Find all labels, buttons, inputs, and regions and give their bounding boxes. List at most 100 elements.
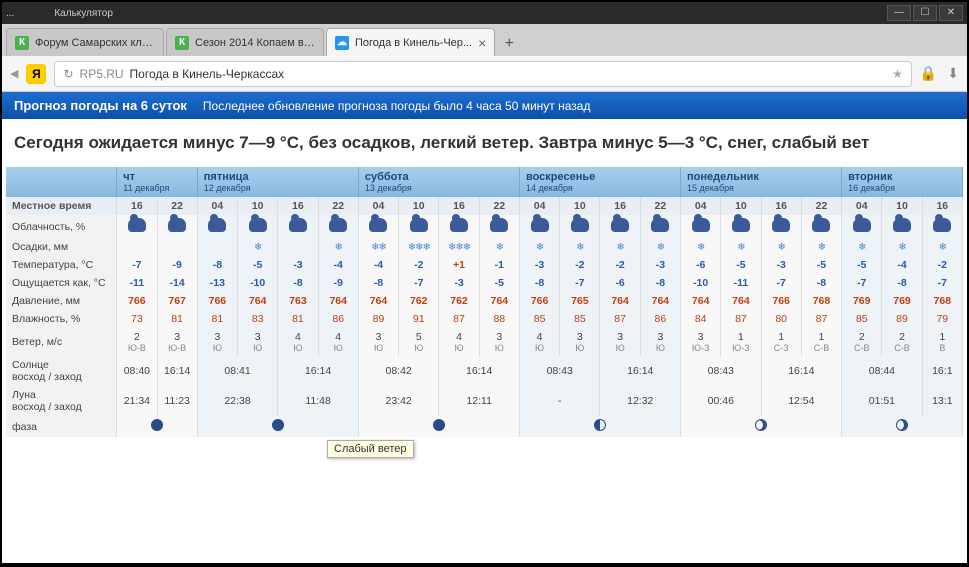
page-content: Прогноз погоды на 6 суток Последнее обно… bbox=[2, 92, 967, 563]
cell bbox=[640, 215, 680, 238]
cell: 16 bbox=[278, 197, 318, 215]
cell: 13:1 bbox=[922, 386, 962, 416]
cell: 89 bbox=[882, 310, 922, 328]
cell: 16 bbox=[600, 197, 640, 215]
cloud-icon bbox=[812, 218, 830, 232]
cell bbox=[358, 215, 398, 238]
reload-icon[interactable]: ↻ bbox=[63, 67, 73, 81]
cell bbox=[439, 215, 479, 238]
cell bbox=[399, 215, 439, 238]
tab-forum[interactable]: К Форум Самарских кла... bbox=[6, 28, 164, 56]
title-text: ... bbox=[6, 8, 14, 19]
cell: 04 bbox=[681, 197, 721, 215]
maximize-button[interactable]: ☐ bbox=[913, 5, 937, 21]
cell bbox=[278, 215, 318, 238]
favicon-icon: ☁ bbox=[335, 36, 349, 50]
day-header: суббота13 декабря bbox=[358, 167, 519, 197]
minimize-button[interactable]: — bbox=[887, 5, 911, 21]
row-label: Осадки, мм bbox=[6, 238, 117, 256]
forecast-summary: Сегодня ожидается минус 7—9 °С, без осад… bbox=[2, 119, 967, 167]
cell: 769 bbox=[842, 292, 882, 310]
cell: 16:1 bbox=[922, 356, 962, 386]
close-button[interactable]: ✕ bbox=[939, 5, 963, 21]
cell bbox=[117, 238, 157, 256]
cell: 22 bbox=[157, 197, 197, 215]
back-button[interactable]: ◀ bbox=[10, 67, 18, 80]
cell: 763 bbox=[278, 292, 318, 310]
cell: -7 bbox=[117, 256, 157, 274]
cell: 1В bbox=[922, 328, 962, 356]
cell: -2 bbox=[922, 256, 962, 274]
cell: -8 bbox=[197, 256, 237, 274]
new-tab-button[interactable]: + bbox=[497, 32, 521, 56]
cloud-icon bbox=[490, 218, 508, 232]
cell: 3Ю bbox=[238, 328, 278, 356]
cell bbox=[157, 215, 197, 238]
cell: 3Ю bbox=[640, 328, 680, 356]
cell bbox=[479, 215, 519, 238]
cell: -5 bbox=[479, 274, 519, 292]
cell: -7 bbox=[560, 274, 600, 292]
day-header: чт11 декабря bbox=[117, 167, 198, 197]
tab-season[interactable]: К Сезон 2014 Копаем вм... bbox=[166, 28, 324, 56]
cell: 10 bbox=[721, 197, 761, 215]
row-label: Местное время bbox=[6, 197, 117, 215]
cell: 764 bbox=[600, 292, 640, 310]
cell: -3 bbox=[640, 256, 680, 274]
cell: 10 bbox=[882, 197, 922, 215]
cell: 764 bbox=[721, 292, 761, 310]
cell: ❄ bbox=[479, 238, 519, 256]
cell: 11:23 bbox=[157, 386, 197, 416]
cell bbox=[801, 215, 841, 238]
shield-icon[interactable]: 🔒 bbox=[920, 65, 937, 82]
moon-phase-icon bbox=[151, 419, 163, 431]
row-label: Луна восход / заход bbox=[6, 386, 117, 416]
title-text-2: Калькулятор bbox=[54, 8, 113, 19]
cell: 88 bbox=[479, 310, 519, 328]
tab-weather[interactable]: ☁ Погода в Кинель-Чер... × bbox=[326, 28, 495, 56]
moon-phase-cell bbox=[842, 416, 963, 437]
yandex-button[interactable]: Я bbox=[26, 64, 46, 84]
cell: 1С-В bbox=[801, 328, 841, 356]
cell: -5 bbox=[801, 256, 841, 274]
cell: 764 bbox=[238, 292, 278, 310]
cell: 766 bbox=[117, 292, 157, 310]
cell: 04 bbox=[842, 197, 882, 215]
cell: 10 bbox=[560, 197, 600, 215]
cell: 767 bbox=[157, 292, 197, 310]
cell: 764 bbox=[358, 292, 398, 310]
cell: -8 bbox=[519, 274, 559, 292]
cell: -14 bbox=[157, 274, 197, 292]
download-icon[interactable]: ⬇ bbox=[947, 65, 959, 82]
bookmark-icon[interactable]: ★ bbox=[892, 67, 903, 81]
cell: 16:14 bbox=[600, 356, 681, 386]
cell bbox=[600, 215, 640, 238]
cell: 764 bbox=[479, 292, 519, 310]
cell: 16:14 bbox=[439, 356, 520, 386]
moon-phase-cell bbox=[117, 416, 198, 437]
tab-close-icon[interactable]: × bbox=[478, 35, 486, 51]
cell: ❄❄❄ bbox=[439, 238, 479, 256]
cloud-icon bbox=[611, 218, 629, 232]
banner-title: Прогноз погоды на 6 суток bbox=[14, 98, 187, 113]
cell: ❄ bbox=[842, 238, 882, 256]
cell: 4Ю bbox=[318, 328, 358, 356]
url-title: Погода в Кинель-Черкассах bbox=[130, 67, 285, 81]
cell: 3Ю bbox=[358, 328, 398, 356]
cell: 1Ю-З bbox=[721, 328, 761, 356]
cell: -8 bbox=[640, 274, 680, 292]
cloud-icon bbox=[168, 218, 186, 232]
moon-phase-icon bbox=[896, 419, 908, 431]
cell: -2 bbox=[560, 256, 600, 274]
cell: 83 bbox=[238, 310, 278, 328]
moon-phase-icon bbox=[272, 419, 284, 431]
url-input[interactable]: ↻ RP5.RU Погода в Кинель-Черкассах ★ bbox=[54, 61, 911, 87]
cell: 768 bbox=[922, 292, 962, 310]
moon-phase-icon bbox=[755, 419, 767, 431]
cell: 764 bbox=[318, 292, 358, 310]
cell: -7 bbox=[842, 274, 882, 292]
cell: ❄ bbox=[882, 238, 922, 256]
row-label: Давление, мм bbox=[6, 292, 117, 310]
cell: -4 bbox=[882, 256, 922, 274]
cell: 16:14 bbox=[278, 356, 359, 386]
